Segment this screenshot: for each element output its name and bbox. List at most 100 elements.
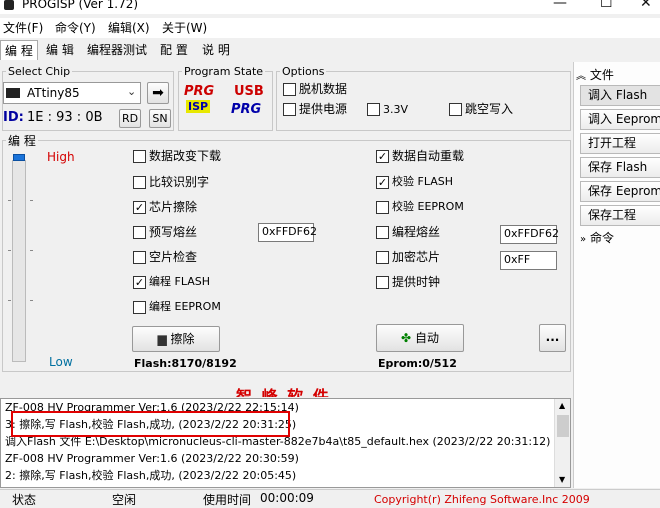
log-scrollbar[interactable]: ▲ ▼ bbox=[554, 399, 570, 487]
3v3-checkbox[interactable] bbox=[367, 103, 380, 116]
provide-clock-checkbox[interactable] bbox=[376, 276, 389, 289]
compare-id-checkbox[interactable] bbox=[133, 176, 146, 189]
company-banner: 智 峰 软 件 bbox=[236, 387, 331, 397]
skip-blank-checkbox[interactable] bbox=[449, 103, 462, 116]
prewrite-fuse-checkbox[interactable] bbox=[133, 226, 146, 239]
tab-help[interactable]: 说 明 bbox=[198, 40, 234, 60]
menu-edit[interactable]: 编辑(X) bbox=[108, 20, 150, 36]
lock-chip-checkbox[interactable] bbox=[376, 251, 389, 264]
auto-button-label: 自动 bbox=[414, 331, 439, 345]
slider-low-label: Low bbox=[49, 355, 73, 369]
eraser-icon: ▆ bbox=[157, 332, 167, 346]
download-on-change-label: 数据改变下载 bbox=[149, 149, 222, 163]
flash-usage: Flash:8170/8192 bbox=[134, 357, 237, 370]
chip-erase-checkbox[interactable]: ✓ bbox=[133, 201, 146, 214]
verify-flash-checkbox[interactable]: ✓ bbox=[376, 176, 389, 189]
program-flash-label: 编程 FLASH bbox=[149, 275, 210, 288]
rd-button[interactable]: RD bbox=[119, 109, 141, 128]
scroll-up-icon: ▲ bbox=[559, 401, 566, 410]
id-label: ID: bbox=[3, 110, 24, 125]
run-icon: ✤ bbox=[401, 331, 412, 345]
3v3-label: 3.3V bbox=[383, 103, 409, 116]
arrow-right-icon: ➡ bbox=[152, 85, 164, 101]
download-on-change-checkbox[interactable] bbox=[133, 150, 146, 163]
sidebar-file-header[interactable]: ︽ 文件 bbox=[576, 66, 614, 83]
app-icon bbox=[4, 0, 14, 10]
save-project-button[interactable]: 保存工程 bbox=[580, 205, 660, 226]
menu-command[interactable]: 命令(Y) bbox=[55, 20, 96, 36]
menu-file[interactable]: 文件(F) bbox=[3, 20, 43, 36]
elapsed-time-value: 00:00:09 bbox=[260, 491, 314, 505]
chip-id-value: 1E : 93 : 0B bbox=[27, 110, 103, 125]
chevron-down-icon: ⌄ bbox=[127, 85, 137, 98]
verify-flash-label: 校验 FLASH bbox=[392, 175, 453, 188]
slider-tick bbox=[8, 200, 11, 201]
offline-data-checkbox[interactable] bbox=[283, 83, 296, 96]
sidebar-file-label: 文件 bbox=[589, 68, 614, 82]
slider-tick bbox=[8, 250, 11, 251]
sidebar-cmd-header[interactable]: » 命令 bbox=[580, 229, 614, 246]
options-label: Options bbox=[280, 65, 327, 78]
close-button[interactable]: ✕ bbox=[640, 0, 652, 10]
prg-usb-indicator: PRG bbox=[231, 102, 262, 117]
chevron-up-icon: ︽ bbox=[576, 71, 586, 82]
lock-chip-label: 加密芯片 bbox=[392, 250, 441, 264]
tab-programmer-test[interactable]: 编程器测试 bbox=[83, 40, 151, 60]
sn-button[interactable]: SN bbox=[149, 109, 171, 128]
load-flash-button[interactable]: 调入 Flash bbox=[580, 85, 660, 106]
blank-check-label: 空片检查 bbox=[149, 250, 198, 264]
highlight-box bbox=[11, 411, 290, 437]
status-value: 空闲 bbox=[112, 493, 137, 507]
slider-tick bbox=[30, 300, 33, 301]
chip-select[interactable]: ATtiny85 ⌄ bbox=[3, 82, 141, 104]
maximize-button[interactable]: ☐ bbox=[600, 0, 613, 10]
program-fuse-checkbox[interactable] bbox=[376, 226, 389, 239]
chip-erase-label: 芯片擦除 bbox=[149, 200, 198, 214]
usb-indicator: USB bbox=[234, 84, 264, 99]
status-bar: 状态 空闲 使用时间 00:00:09 Copyright(r) Zhifeng… bbox=[0, 489, 660, 508]
chevron-down-double-icon: » bbox=[580, 234, 587, 245]
provide-power-label: 提供电源 bbox=[299, 102, 348, 116]
tab-program[interactable]: 编 程 bbox=[0, 40, 38, 60]
tab-edit[interactable]: 编 辑 bbox=[42, 40, 78, 60]
verify-eeprom-label: 校验 EEPROM bbox=[392, 200, 464, 213]
lock-value-field[interactable]: 0xFF bbox=[500, 251, 557, 270]
elapsed-time-label: 使用时间 bbox=[203, 493, 252, 507]
isp-indicator: ISP bbox=[186, 100, 211, 113]
scroll-thumb[interactable] bbox=[557, 415, 569, 437]
open-project-button[interactable]: 打开工程 bbox=[580, 133, 660, 154]
minimize-button[interactable]: — bbox=[553, 0, 567, 10]
program-flash-checkbox[interactable]: ✓ bbox=[133, 276, 146, 289]
slider-high-label: High bbox=[47, 150, 75, 164]
menu-about[interactable]: 关于(W) bbox=[162, 20, 207, 36]
erase-button-label: 擦除 bbox=[170, 332, 195, 346]
verify-eeprom-checkbox[interactable] bbox=[376, 201, 389, 214]
program-eeprom-checkbox[interactable] bbox=[133, 301, 146, 314]
title-bar: PROGISP (Ver 1.72) — ☐ ✕ bbox=[0, 0, 660, 14]
speed-slider-thumb[interactable] bbox=[13, 154, 25, 161]
blank-check-checkbox[interactable] bbox=[133, 251, 146, 264]
select-chip-label: Select Chip bbox=[6, 65, 73, 78]
go-button[interactable]: ➡ bbox=[147, 82, 169, 104]
erase-button[interactable]: ▆ 擦除 bbox=[132, 326, 220, 352]
skip-blank-label: 跳空写入 bbox=[465, 102, 514, 116]
auto-button[interactable]: ✤ 自动 bbox=[376, 324, 464, 352]
more-button[interactable]: ... bbox=[539, 324, 566, 352]
log-line: 调入Flash 文件 E:\Desktop\micronucleus-cli-m… bbox=[5, 435, 551, 448]
speed-slider-track[interactable] bbox=[12, 160, 26, 362]
chip-icon bbox=[6, 88, 20, 98]
save-flash-button[interactable]: 保存 Flash bbox=[580, 157, 660, 178]
auto-reload-checkbox[interactable]: ✓ bbox=[376, 150, 389, 163]
tab-config[interactable]: 配 置 bbox=[156, 40, 192, 60]
status-label: 状态 bbox=[12, 493, 37, 507]
provide-power-checkbox[interactable] bbox=[283, 103, 296, 116]
save-eeprom-button[interactable]: 保存 Eeprom bbox=[580, 181, 660, 202]
prewrite-fuse-field[interactable]: 0xFFDF62 bbox=[258, 223, 317, 242]
prewrite-fuse-label: 预写熔丝 bbox=[149, 225, 198, 239]
slider-tick bbox=[30, 250, 33, 251]
load-eeprom-button[interactable]: 调入 Eeprom bbox=[580, 109, 660, 130]
prg-indicator: PRG bbox=[184, 84, 215, 99]
auto-reload-label: 数据自动重载 bbox=[392, 149, 465, 163]
fuse-value-field[interactable]: 0xFFDF62 bbox=[500, 225, 559, 244]
copyright-text: Copyright(r) Zhifeng Software.Inc 2009 bbox=[374, 493, 590, 506]
